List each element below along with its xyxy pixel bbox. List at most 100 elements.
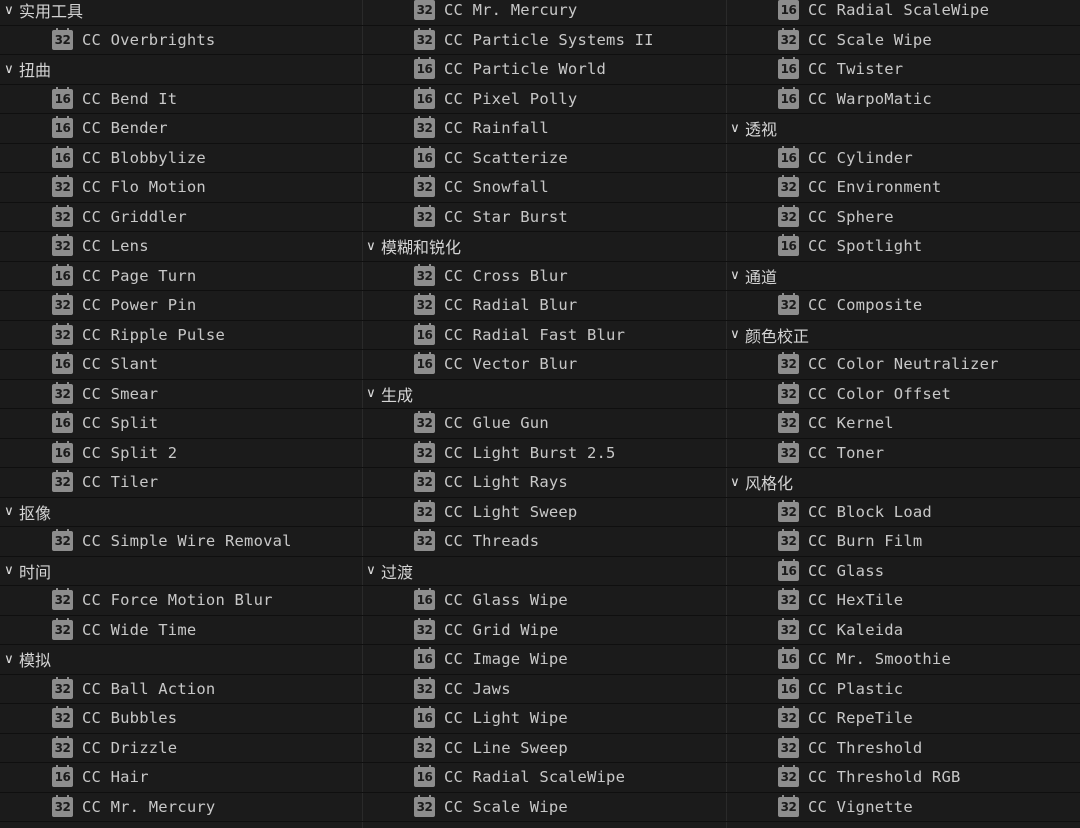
chevron-down-icon[interactable]: ∨ bbox=[363, 239, 378, 254]
effect-item[interactable]: 32 CC Lens bbox=[0, 232, 362, 262]
effect-item[interactable]: 16 CC Mr. Smoothie bbox=[726, 645, 1080, 675]
effect-item[interactable]: 16 CC Light Wipe bbox=[362, 704, 726, 734]
effect-item[interactable]: 16 CC Bender bbox=[0, 114, 362, 144]
chevron-down-icon[interactable]: ∨ bbox=[363, 563, 378, 578]
effect-item[interactable]: 32 CC Grid Wipe bbox=[362, 616, 726, 645]
category-header[interactable]: ∨ 风格化 bbox=[726, 468, 1080, 498]
effect-item[interactable]: 32 CC Drizzle bbox=[0, 734, 362, 763]
effect-item[interactable]: 32 CC Line Sweep bbox=[362, 734, 726, 763]
effect-item[interactable]: 16 CC Glass Wipe bbox=[362, 586, 726, 616]
category-header[interactable]: ∨ 实用工具 bbox=[0, 0, 362, 26]
effect-item[interactable]: 32 CC HexTile bbox=[726, 586, 1080, 616]
category-header[interactable]: ∨ 颜色校正 bbox=[726, 321, 1080, 350]
effect-item[interactable]: 16 CC Particle World bbox=[362, 55, 726, 85]
effect-item[interactable]: 32 CC Color Neutralizer bbox=[726, 350, 1080, 380]
effect-item[interactable]: 32 CC RepeTile bbox=[726, 704, 1080, 734]
chevron-down-icon[interactable]: ∨ bbox=[1, 62, 16, 77]
effect-item[interactable]: 16 CC Plastic bbox=[726, 675, 1080, 704]
effect-item[interactable]: 16 CC Slant bbox=[0, 350, 362, 380]
effect-item[interactable]: 32 CC Simple Wire Removal bbox=[0, 527, 362, 557]
category-header[interactable]: ∨ 抠像 bbox=[0, 498, 362, 527]
effect-item[interactable]: 32 CC Sphere bbox=[726, 203, 1080, 232]
effect-item[interactable]: 32 CC Threads bbox=[362, 527, 726, 557]
bit-depth-icon: 32 bbox=[778, 794, 799, 817]
effect-item[interactable]: 32 CC Mr. Mercury bbox=[0, 793, 362, 822]
effect-item[interactable]: 32 CC Light Burst 2.5 bbox=[362, 439, 726, 468]
chevron-down-icon[interactable]: ∨ bbox=[1, 563, 16, 578]
effect-item[interactable]: 32 CC Snowfall bbox=[362, 173, 726, 203]
effect-item[interactable]: 16 CC Scatterize bbox=[362, 144, 726, 173]
effect-item[interactable]: 16 CC Blobbylize bbox=[0, 144, 362, 173]
category-header[interactable]: ∨ 模糊和锐化 bbox=[362, 232, 726, 262]
effect-item[interactable]: 32 CC Light Rays bbox=[362, 468, 726, 498]
effect-item[interactable]: 16 CC Page Turn bbox=[0, 262, 362, 291]
effect-item[interactable]: 32 CC Ripple Pulse bbox=[0, 321, 362, 350]
effect-item[interactable]: 16 CC Pixel Polly bbox=[362, 85, 726, 114]
effect-item[interactable]: 32 CC Rainfall bbox=[362, 114, 726, 144]
category-header[interactable]: ∨ 通道 bbox=[726, 262, 1080, 291]
chevron-down-icon[interactable]: ∨ bbox=[1, 3, 16, 18]
effect-item[interactable]: 32 CC Kernel bbox=[726, 409, 1080, 439]
effect-label: CC Light Wipe bbox=[444, 709, 568, 728]
chevron-down-icon[interactable]: ∨ bbox=[1, 652, 16, 667]
category-header[interactable]: ∨ 生成 bbox=[362, 380, 726, 409]
effect-item[interactable]: 16 CC Hair bbox=[0, 763, 362, 793]
effect-item[interactable]: 32 CC Ball Action bbox=[0, 675, 362, 704]
effect-item[interactable]: 32 CC Radial Blur bbox=[362, 291, 726, 321]
effect-item[interactable]: 16 CC Radial ScaleWipe bbox=[726, 0, 1080, 26]
effect-item[interactable]: 32 CC Particle Systems II bbox=[362, 26, 726, 55]
effect-item[interactable]: 32 CC Threshold bbox=[726, 734, 1080, 763]
chevron-down-icon[interactable]: ∨ bbox=[727, 475, 742, 490]
chevron-down-icon[interactable]: ∨ bbox=[727, 121, 742, 136]
effect-item[interactable]: 32 CC Wide Time bbox=[0, 616, 362, 645]
effect-label: CC Rainfall bbox=[444, 119, 549, 138]
effect-item[interactable]: 32 CC Block Load bbox=[726, 498, 1080, 527]
effect-item[interactable]: 32 CC Toner bbox=[726, 439, 1080, 468]
effect-item[interactable]: 32 CC Glue Gun bbox=[362, 409, 726, 439]
effect-item[interactable]: 32 CC Vignette bbox=[726, 793, 1080, 822]
effect-item[interactable]: 16 CC Twister bbox=[726, 55, 1080, 85]
effect-item[interactable]: 32 CC Smear bbox=[0, 380, 362, 409]
effect-item[interactable]: 32 CC Jaws bbox=[362, 675, 726, 704]
effect-item[interactable]: 32 CC Power Pin bbox=[0, 291, 362, 321]
category-label: 模糊和锐化 bbox=[381, 238, 462, 258]
effect-item[interactable]: 32 CC Scale Wipe bbox=[726, 26, 1080, 55]
effect-item[interactable]: 16 CC Split 2 bbox=[0, 439, 362, 468]
effect-item[interactable]: 32 CC Mr. Mercury bbox=[362, 0, 726, 26]
effect-item[interactable]: 16 CC Image Wipe bbox=[362, 645, 726, 675]
effect-item[interactable]: 16 CC Bend It bbox=[0, 85, 362, 114]
category-header[interactable]: ∨ 时间 bbox=[0, 557, 362, 586]
effect-item[interactable]: 32 CC Star Burst bbox=[362, 203, 726, 232]
effect-item[interactable]: 16 CC Spotlight bbox=[726, 232, 1080, 262]
chevron-down-icon[interactable]: ∨ bbox=[727, 268, 742, 283]
effect-item[interactable]: 32 CC Griddler bbox=[0, 203, 362, 232]
effect-item[interactable]: 32 CC Bubbles bbox=[0, 704, 362, 734]
effect-item[interactable]: 32 CC Environment bbox=[726, 173, 1080, 203]
effect-item[interactable]: 32 CC Overbrights bbox=[0, 26, 362, 55]
effect-item[interactable]: 16 CC Cylinder bbox=[726, 144, 1080, 173]
effect-item[interactable]: 16 CC Glass bbox=[726, 557, 1080, 586]
effect-item[interactable]: 16 CC Vector Blur bbox=[362, 350, 726, 380]
effect-item[interactable]: 32 CC Flo Motion bbox=[0, 173, 362, 203]
effect-item[interactable]: 32 CC Force Motion Blur bbox=[0, 586, 362, 616]
chevron-down-icon[interactable]: ∨ bbox=[727, 327, 742, 342]
effect-item[interactable]: 16 CC Radial Fast Blur bbox=[362, 321, 726, 350]
category-header[interactable]: ∨ 透视 bbox=[726, 114, 1080, 144]
category-header[interactable]: ∨ 过渡 bbox=[362, 557, 726, 586]
effect-item[interactable]: 32 CC Kaleida bbox=[726, 616, 1080, 645]
effect-item[interactable]: 16 CC WarpoMatic bbox=[726, 85, 1080, 114]
effect-item[interactable]: 32 CC Burn Film bbox=[726, 527, 1080, 557]
effect-item[interactable]: 32 CC Threshold RGB bbox=[726, 763, 1080, 793]
category-header[interactable]: ∨ 模拟 bbox=[0, 645, 362, 675]
chevron-down-icon[interactable]: ∨ bbox=[1, 504, 16, 519]
effect-item[interactable]: 32 CC Composite bbox=[726, 291, 1080, 321]
effect-item[interactable]: 32 CC Cross Blur bbox=[362, 262, 726, 291]
effect-item[interactable]: 32 CC Tiler bbox=[0, 468, 362, 498]
effect-item[interactable]: 32 CC Color Offset bbox=[726, 380, 1080, 409]
effect-item[interactable]: 16 CC Radial ScaleWipe bbox=[362, 763, 726, 793]
effect-item[interactable]: 16 CC Split bbox=[0, 409, 362, 439]
effect-item[interactable]: 32 CC Scale Wipe bbox=[362, 793, 726, 822]
category-header[interactable]: ∨ 扭曲 bbox=[0, 55, 362, 85]
effect-item[interactable]: 32 CC Light Sweep bbox=[362, 498, 726, 527]
chevron-down-icon[interactable]: ∨ bbox=[363, 386, 378, 401]
